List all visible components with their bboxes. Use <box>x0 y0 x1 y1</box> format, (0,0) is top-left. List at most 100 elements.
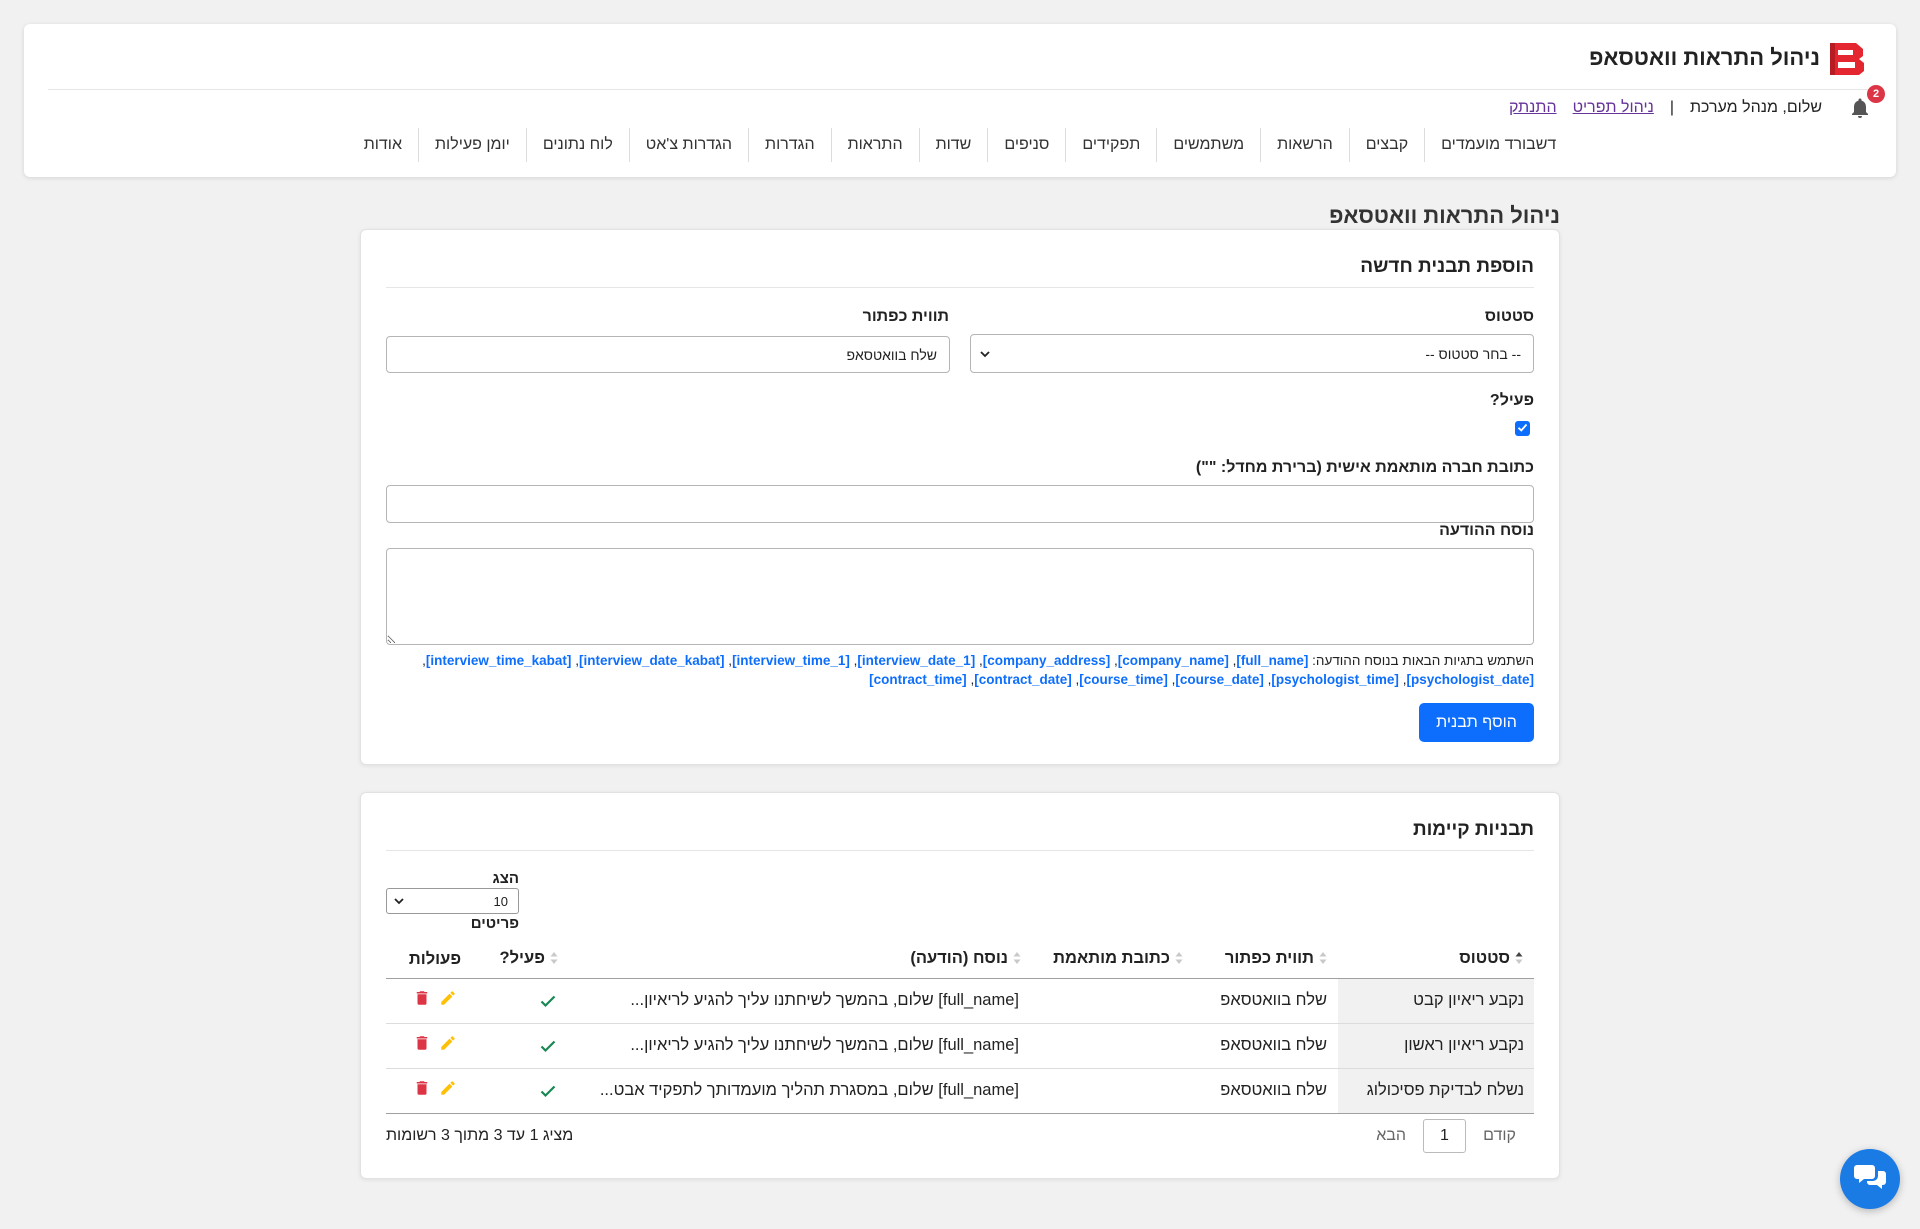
page-size-suffix: פריטים <box>470 915 519 932</box>
nav-item-files[interactable]: קבצים <box>1348 128 1424 162</box>
message-cell: [full_name] שלום, בהמשך לשיחתנו עליך להג… <box>566 977 1035 1023</box>
add-template-title: הוספת תבנית חדשה <box>1360 256 1534 277</box>
status-cell: נקבע ריאיון ראשון <box>1338 1022 1534 1068</box>
chevron-down-icon <box>393 895 405 907</box>
active-checkbox[interactable] <box>1515 421 1530 436</box>
nav-item-dashboard[interactable]: לוח נתונים <box>525 128 629 162</box>
column-header-custom-address[interactable]: כתובת מותאמת <box>1035 941 1194 979</box>
page-size-select[interactable]: 10 <box>386 888 519 914</box>
active-cell <box>484 977 566 1023</box>
nav-item-permissions[interactable]: הרשאות <box>1260 128 1349 162</box>
custom-address-cell <box>1035 1022 1194 1068</box>
notifications-button[interactable]: 2 <box>1848 85 1885 120</box>
edit-icon[interactable] <box>439 1079 457 1097</box>
placeholder-tag: [contract_time] <box>869 672 967 687</box>
actions-cell <box>386 977 484 1023</box>
logo-icon[interactable] <box>1828 42 1866 76</box>
placeholder-tag: [psychologist_time] <box>1271 672 1399 687</box>
placeholder-tag: [course_date] <box>1175 672 1264 687</box>
page-size-label: הצג <box>492 870 519 887</box>
sort-icon <box>1013 951 1021 965</box>
header-divider <box>48 89 1872 90</box>
chevron-down-icon <box>979 348 991 360</box>
status-select[interactable]: -- בחר סטטוס -- <box>970 334 1534 373</box>
column-header-actions: פעולות <box>386 941 484 979</box>
message-label: נוסח ההודעה <box>1439 522 1534 539</box>
nav-item-users[interactable]: משתמשים <box>1156 128 1260 162</box>
button-label-input[interactable] <box>386 336 950 373</box>
logout-link[interactable]: התנתק <box>1509 99 1557 117</box>
message-cell: [full_name] שלום, בהמשך לשיחתנו עליך להג… <box>566 1022 1035 1068</box>
status-label: סטטוס <box>1484 308 1534 325</box>
add-template-button[interactable]: הוסף תבנית <box>1419 703 1534 742</box>
company-address-label: כתובת חברה מותאמת אישית (ברירת מחדל: "") <box>1195 459 1534 476</box>
placeholder-tag: [interview_time_kabat] <box>425 653 572 668</box>
user-bar: שלום, מנהל מערכת | ניהול תפריט התנתק <box>1509 96 1822 120</box>
nav-item-branches[interactable]: סניפים <box>987 128 1065 162</box>
check-icon <box>540 1084 556 1098</box>
sort-icon <box>1175 951 1183 965</box>
card-divider <box>386 287 1534 288</box>
placeholder-tag: [contract_date] <box>974 672 1072 687</box>
column-header-active[interactable]: פעיל? <box>484 941 566 979</box>
nav-item-notifications[interactable]: התראות <box>830 128 919 162</box>
check-icon <box>540 994 556 1008</box>
status-select-value: -- בחר סטטוס -- <box>1425 345 1521 362</box>
column-header-button-label[interactable]: תווית כפתור <box>1194 941 1338 979</box>
edit-icon[interactable] <box>439 1034 457 1052</box>
nav-item-chat-settings[interactable]: הגדרות צ'אט <box>628 128 748 162</box>
column-header-label: תווית כפתור <box>1224 948 1314 967</box>
page-size-value: 10 <box>493 893 508 909</box>
chat-button[interactable] <box>1840 1149 1900 1209</box>
nav-item-activity-log[interactable]: יומן פעילות <box>418 128 526 162</box>
add-template-card: הוספת תבנית חדשה סטטוס -- בחר סטטוס -- ת… <box>360 229 1560 765</box>
active-label: פעיל? <box>1489 392 1534 409</box>
delete-icon[interactable] <box>413 1079 431 1097</box>
nav-item-settings[interactable]: הגדרות <box>748 128 831 162</box>
button-label-cell: שלח בוואטסאפ <box>1194 977 1338 1023</box>
nav-item-candidates-dashboard[interactable]: דשבורד מועמדים <box>1424 128 1572 162</box>
menu-management-link[interactable]: ניהול תפריט <box>1573 99 1654 117</box>
company-address-input[interactable] <box>386 485 1534 523</box>
edit-icon[interactable] <box>439 989 457 1007</box>
pagination-page-1[interactable]: 1 <box>1423 1119 1466 1153</box>
table-header-row: סטטוס תווית כפתור כתובת מותאמת נוסח (הוד… <box>386 941 1534 979</box>
status-cell: נשלח לבדיקת פסיכולוג <box>1338 1067 1534 1114</box>
page-title: ניהול התראות וואטסאפ <box>1329 203 1560 228</box>
message-cell: [full_name] שלום, במסגרת תהליך מועמדותך … <box>566 1067 1035 1114</box>
check-icon <box>540 1039 556 1053</box>
button-label-label: תווית כפתור <box>862 308 949 325</box>
table-row: נקבע ריאיון קבט שלח בוואטסאפ [full_name]… <box>386 977 1534 1023</box>
existing-templates-title: תבניות קיימות <box>1412 819 1534 840</box>
actions-cell <box>386 1022 484 1068</box>
sort-icon <box>550 951 558 965</box>
placeholder-tag: [company_name] <box>1117 653 1229 668</box>
app-title: ניהול התראות וואטסאפ <box>1589 45 1820 70</box>
pagination-next[interactable]: הבא <box>1376 1127 1406 1145</box>
main-nav: דשבורד מועמדים קבצים הרשאות משתמשים תפקי… <box>24 128 1896 162</box>
card-divider <box>386 850 1534 851</box>
placeholder-tag: [course_time] <box>1079 672 1168 687</box>
message-textarea[interactable] <box>386 548 1534 645</box>
table-row: נקבע ריאיון ראשון שלח בוואטסאפ [full_nam… <box>386 1022 1534 1068</box>
delete-icon[interactable] <box>413 989 431 1007</box>
pagination-previous[interactable]: קודם <box>1483 1127 1516 1145</box>
notification-count-badge: 2 <box>1867 85 1885 103</box>
column-header-message[interactable]: נוסח (הודעה) <box>566 941 1035 979</box>
nav-item-about[interactable]: אודות <box>348 128 418 162</box>
delete-icon[interactable] <box>413 1034 431 1052</box>
user-bar-separator: | <box>1669 99 1674 116</box>
column-header-status[interactable]: סטטוס <box>1338 941 1534 979</box>
button-label-cell: שלח בוואטסאפ <box>1194 1067 1338 1114</box>
existing-templates-card: תבניות קיימות הצג 10 פריטים סטטוס תווית … <box>360 792 1560 1179</box>
nav-item-fields[interactable]: שדות <box>918 128 988 162</box>
custom-address-cell <box>1035 977 1194 1023</box>
nav-item-roles[interactable]: תפקידים <box>1065 128 1156 162</box>
placeholder-tag: [company_address] <box>982 653 1111 668</box>
column-header-label: נוסח (הודעה) <box>910 948 1008 967</box>
table-info: מציג 1 עד 3 מתוך 3 רשומות <box>386 1127 574 1144</box>
templates-table: סטטוס תווית כפתור כתובת מותאמת נוסח (הוד… <box>386 941 1534 1114</box>
chat-icon <box>1853 1161 1887 1198</box>
tags-help-text: השתמש בתגיות הבאות בנוסח ההודעה: [full_n… <box>386 651 1534 689</box>
column-header-label: כתובת מותאמת <box>1053 948 1170 967</box>
